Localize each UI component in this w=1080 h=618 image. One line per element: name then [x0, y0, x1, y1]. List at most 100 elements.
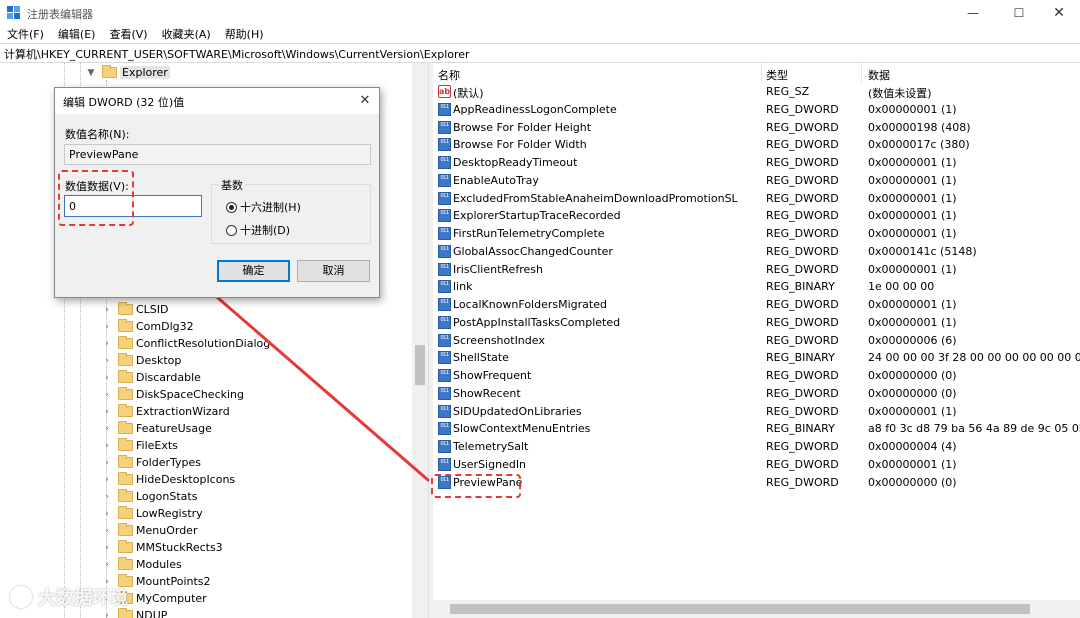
tree-node-lowregistry[interactable]: › LowRegistry [102, 505, 203, 522]
tree-node-diskspacechecking[interactable]: › DiskSpaceChecking [102, 386, 244, 403]
menu-view[interactable]: 查看(V) [102, 26, 154, 43]
table-row[interactable]: GlobalAssocChangedCounter REG_DWORD 0x0000… [433, 243, 1080, 261]
address-bar[interactable]: 计算机\HKEY_CURRENT_USER\SOFTWARE\Microsoft… [0, 43, 1080, 63]
chevron-right-icon[interactable]: › [102, 339, 112, 349]
column-header-name[interactable]: 名称 [438, 67, 460, 83]
table-row[interactable]: AppReadinessLogonComplete REG_DWORD 0x0000… [433, 101, 1080, 119]
table-row[interactable]: Browse For Folder Height REG_DWORD 0x00000… [433, 119, 1080, 137]
value-type: REG_DWORD [766, 244, 839, 258]
chevron-right-icon[interactable]: › [102, 390, 112, 400]
table-row[interactable]: PreviewPaneREG_DWORD0x00000000 (0) [433, 474, 1080, 492]
value-type: REG_DWORD [766, 457, 839, 471]
column-header-type[interactable]: 类型 [766, 67, 788, 83]
chevron-right-icon[interactable]: › [102, 441, 112, 451]
chevron-right-icon[interactable]: › [102, 543, 112, 553]
radio-decimal[interactable]: 十进制(D) [226, 222, 290, 238]
value-type: REG_DWORD [766, 262, 839, 276]
value-data: 0x00000006 (6) [868, 333, 957, 347]
chevron-right-icon[interactable]: › [102, 509, 112, 519]
table-row[interactable]: FirstRunTelemetryComplete REG_DWORD 0x0000… [433, 225, 1080, 243]
table-row[interactable]: ShowRecent REG_DWORD 0x00000000 (0) [433, 385, 1080, 403]
table-row[interactable]: ShellState REG_BINARY 24 00 00 00 3f 28 00… [433, 349, 1080, 367]
tree-node-hidedesktopicons[interactable]: › HideDesktopIcons [102, 471, 235, 488]
value-data: 0x00000001 (1) [868, 209, 957, 223]
value-name: Browse For Folder Width [453, 138, 587, 152]
close-button[interactable]: ✕ [1036, 0, 1080, 26]
cancel-button[interactable]: 取消 [297, 260, 370, 282]
menu-file[interactable]: 文件(F) [0, 26, 51, 43]
menu-favorites[interactable]: 收藏夹(A) [155, 26, 218, 43]
list-header: 名称 类型 数据 [433, 63, 1080, 83]
table-row[interactable]: ExcludedFromStableAnaheimDownloadPromoti… [433, 190, 1080, 208]
chevron-right-icon[interactable]: › [102, 424, 112, 434]
folder-icon [118, 506, 133, 519]
tree-node-fileexts[interactable]: › FileExts [102, 437, 178, 454]
chevron-right-icon[interactable]: › [102, 458, 112, 468]
table-row[interactable]: UserSignedIn REG_DWORD 0x00000001 (1) [433, 456, 1080, 474]
chevron-right-icon[interactable]: › [102, 305, 112, 315]
menu-edit[interactable]: 编辑(E) [51, 26, 103, 43]
tree-node-clsid[interactable]: › CLSID [102, 301, 169, 318]
column-header-data[interactable]: 数据 [868, 67, 890, 83]
tree-scrollbar[interactable] [412, 63, 428, 618]
binary-value-icon [438, 422, 451, 436]
address-path: 计算机\HKEY_CURRENT_USER\SOFTWARE\Microsoft… [4, 48, 470, 61]
tree-node-desktop[interactable]: › Desktop [102, 352, 181, 369]
table-row[interactable]: IrisClientRefresh REG_DWORD 0x00000001 (1) [433, 261, 1080, 279]
list-scrollbar-thumb[interactable] [450, 604, 1030, 614]
dialog-close-icon[interactable]: ✕ [355, 91, 375, 111]
table-row[interactable]: (默认) REG_SZ (数值未设置) [433, 83, 1080, 101]
value-data: 0x00000001 (1) [868, 262, 957, 276]
table-row[interactable]: link REG_BINARY 1e 00 00 00 [433, 278, 1080, 296]
chevron-right-icon[interactable]: › [102, 611, 112, 618]
tree-scrollbar-thumb[interactable] [415, 345, 425, 385]
table-row[interactable]: SIDUpdatedOnLibraries REG_DWORD 0x00000001… [433, 403, 1080, 421]
chevron-right-icon[interactable]: › [102, 475, 112, 485]
table-row[interactable]: Browse For Folder Width REG_DWORD 0x000001… [433, 136, 1080, 154]
tree-node-label: Modules [136, 558, 182, 571]
value-name: AppReadinessLogonComplete [453, 102, 617, 116]
dialog-title-bar: 编辑 DWORD (32 位)值 ✕ [55, 88, 379, 114]
chevron-right-icon[interactable]: › [102, 373, 112, 383]
dialog-title: 编辑 DWORD (32 位)值 [63, 96, 185, 109]
table-row[interactable]: DesktopReadyTimeout REG_DWORD 0x00000001 (… [433, 154, 1080, 172]
chevron-right-icon[interactable]: › [102, 492, 112, 502]
table-row[interactable]: ScreenshotIndex REG_DWORD 0x00000006 (6) [433, 332, 1080, 350]
tree-node-logonstats[interactable]: › LogonStats [102, 488, 197, 505]
tree-node-featureusage[interactable]: › FeatureUsage [102, 420, 212, 437]
tree-node-modules[interactable]: › Modules [102, 556, 182, 573]
tree-node-explorer[interactable]: ▼ Explorer [86, 64, 170, 81]
tree-node-foldertypes[interactable]: › FolderTypes [102, 454, 201, 471]
table-row[interactable]: ShowFrequent REG_DWORD 0x00000000 (0) [433, 367, 1080, 385]
chevron-right-icon[interactable]: › [102, 560, 112, 570]
value-data: 0x00000001 (1) [868, 156, 957, 169]
tree-node-extractionwizard[interactable]: › ExtractionWizard [102, 403, 230, 420]
table-row[interactable]: PostAppInstallTasksCompleted REG_DWORD 0x0… [433, 314, 1080, 332]
tree-node-comdlg32[interactable]: › ComDlg32 [102, 318, 194, 335]
value-type: REG_DWORD [766, 102, 839, 116]
tree-node-discardable[interactable]: › Discardable [102, 369, 201, 386]
ok-button[interactable]: 确定 [217, 260, 290, 282]
menu-help[interactable]: 帮助(H) [218, 26, 271, 43]
value-type: REG_BINARY [766, 422, 835, 436]
chevron-right-icon[interactable]: › [102, 356, 112, 366]
tree-node-label: MMStuckRects3 [136, 541, 223, 554]
value-name: SlowContextMenuEntries [453, 422, 591, 436]
binary-value-icon [438, 191, 451, 205]
radio-hexadecimal[interactable]: 十六进制(H) [226, 199, 301, 215]
chevron-right-icon[interactable]: › [102, 526, 112, 536]
chevron-down-icon[interactable]: ▼ [86, 68, 96, 78]
table-row[interactable]: LocalKnownFoldersMigrated REG_DWORD 0x0000… [433, 296, 1080, 314]
tree-node-conflictresolutiondialog[interactable]: › ConflictResolutionDialog [102, 335, 270, 352]
table-row[interactable]: TelemetrySalt REG_DWORD 0x00000004 (4) [433, 438, 1080, 456]
chevron-right-icon[interactable]: › [102, 322, 112, 332]
chevron-right-icon[interactable]: › [102, 407, 112, 417]
tree-node-mmstuckrects3[interactable]: › MMStuckRects3 [102, 539, 223, 556]
table-row[interactable]: EnableAutoTray REG_DWORD 0x00000001 (1) [433, 172, 1080, 190]
tree-node-label: NDUP [136, 609, 168, 618]
minimize-button[interactable]: — [950, 0, 996, 26]
table-row[interactable]: ExplorerStartupTraceRecorded REG_DWORD 0x0… [433, 207, 1080, 225]
table-row[interactable]: SlowContextMenuEntries REG_BINARY a8 f0 3c… [433, 420, 1080, 438]
value-data: 0x00000001 (1) [868, 315, 957, 329]
tree-node-menuorder[interactable]: › MenuOrder [102, 522, 197, 539]
